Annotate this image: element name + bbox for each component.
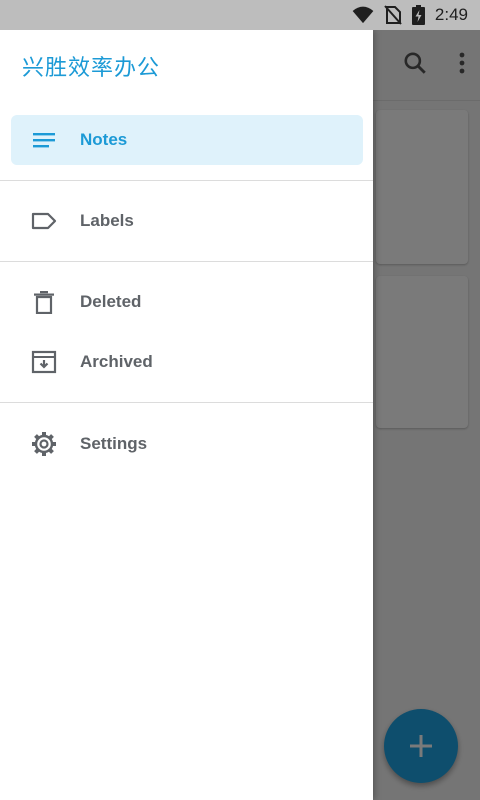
navigation-drawer: 兴胜效率办公 Notes Labels Deleted Archived Set…: [0, 30, 373, 800]
nav-item-deleted[interactable]: Deleted: [11, 277, 363, 327]
nav-item-label: Archived: [80, 352, 153, 371]
trash-icon: [34, 291, 54, 314]
wifi-icon: [352, 6, 374, 24]
nav-item-label: Settings: [80, 434, 148, 453]
divider: [0, 180, 373, 181]
nav-item-settings[interactable]: Settings: [11, 419, 363, 469]
gear-icon: [32, 432, 56, 456]
app-title: 兴胜效率办公: [22, 55, 161, 80]
no-sim-icon: [384, 5, 402, 25]
nav-item-labels[interactable]: Labels: [11, 196, 363, 246]
label-icon: [31, 212, 57, 230]
battery-charging-icon: [411, 5, 425, 25]
nav-item-label: Deleted: [80, 292, 142, 311]
divider: [0, 402, 373, 403]
status-time: 2:49: [434, 5, 468, 24]
nav-item-archived[interactable]: Archived: [11, 337, 363, 387]
nav-item-notes[interactable]: Notes: [11, 115, 363, 165]
archive-icon: [31, 350, 57, 374]
status-bar: 2:49: [0, 0, 480, 30]
menu-lines-icon: [33, 133, 55, 148]
nav-item-label: Notes: [80, 130, 128, 149]
divider: [0, 261, 373, 262]
nav-item-label: Labels: [80, 211, 134, 230]
